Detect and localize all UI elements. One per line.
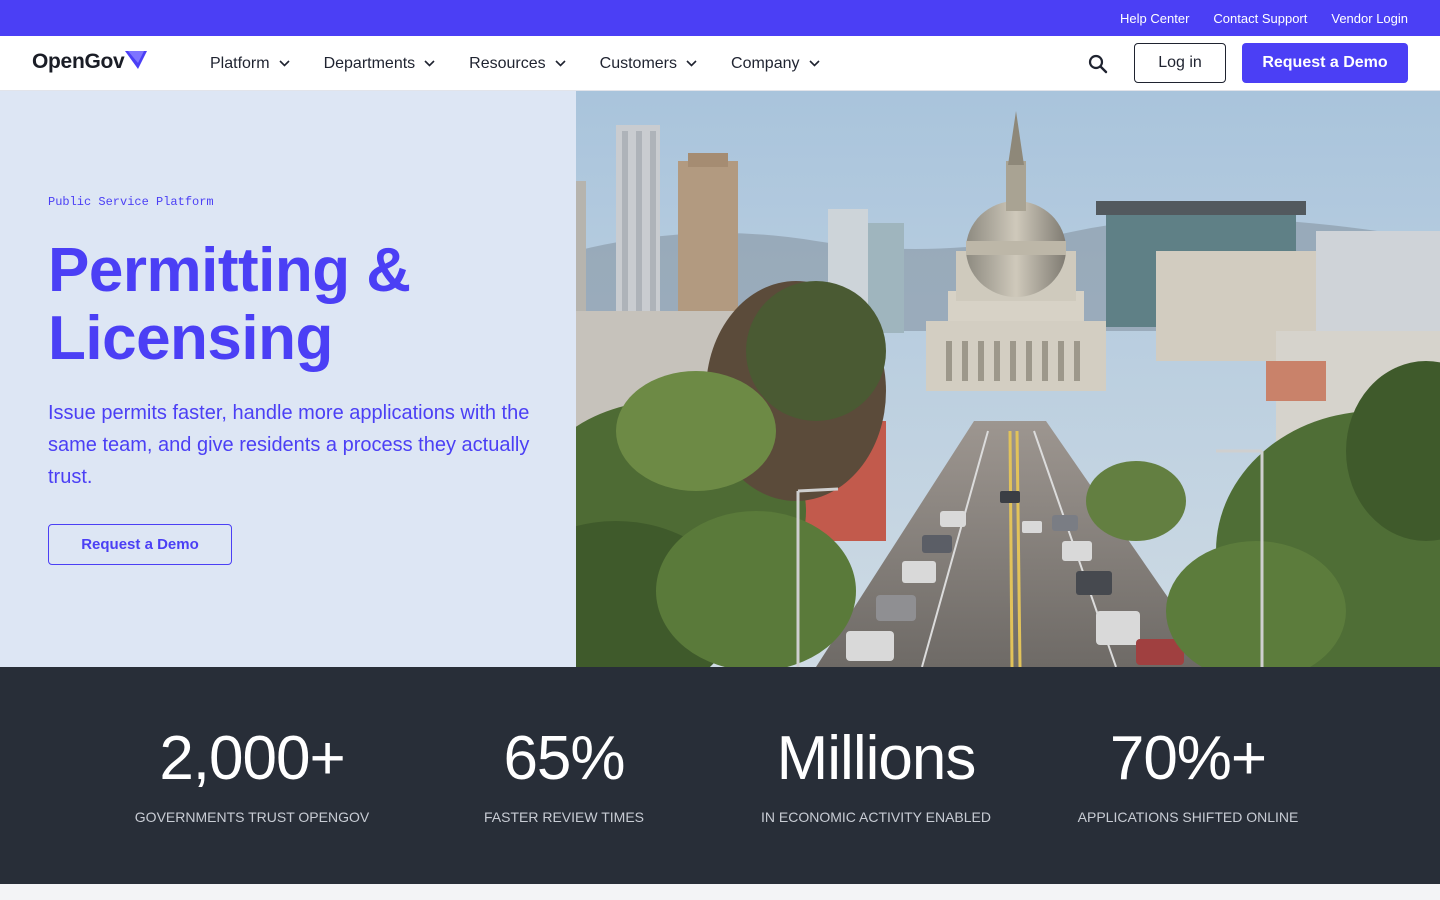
stat-value: 65%	[503, 724, 625, 793]
stat-item: Millions In economic activity enabled	[720, 723, 1032, 825]
stat-value: 70%+	[1109, 724, 1267, 793]
search-button[interactable]	[1086, 52, 1110, 76]
hero-city-image	[576, 91, 1440, 667]
stat-item: 65% Faster review times	[408, 723, 720, 825]
nav-item-label: Departments	[323, 54, 416, 72]
contact-support-link[interactable]: Contact Support	[1213, 11, 1307, 26]
hero-request-demo-button[interactable]: Request a Demo	[48, 524, 232, 565]
nav-item-label: Customers	[599, 54, 678, 72]
stat-value: Millions	[776, 724, 977, 793]
nav-item-platform[interactable]: Platform	[210, 55, 290, 73]
stat-label: Governments trust OpenGov	[134, 809, 370, 825]
stat-label: In economic activity enabled	[760, 809, 991, 825]
utility-bar: Help Center Contact Support Vendor Login	[0, 0, 1440, 36]
logo-text: OpenGov	[32, 50, 125, 73]
chevron-down-icon	[808, 60, 820, 67]
stat-label: Faster review times	[484, 809, 644, 825]
nav-item-customers[interactable]: Customers	[600, 55, 697, 73]
chevron-down-icon	[686, 60, 697, 67]
chevron-down-icon	[424, 60, 435, 67]
stat-item: 70%+ Applications shifted online	[1032, 723, 1344, 825]
main-nav: OpenGov Platform Departments Resources C…	[0, 36, 1440, 91]
logo-mark-icon	[125, 51, 148, 69]
next-section-edge	[0, 884, 1440, 900]
help-center-link[interactable]: Help Center	[1120, 11, 1189, 26]
nav-item-label: Platform	[210, 54, 270, 72]
stat-value: 2,000+	[159, 724, 345, 793]
nav-item-resources[interactable]: Resources	[469, 54, 566, 73]
stat-item: 2,000+ Governments trust OpenGov	[96, 723, 408, 825]
hero-section: Public Service Platform Permitting & Lic…	[0, 91, 576, 667]
nav-item-label: Resources	[469, 54, 546, 72]
nav-item-departments[interactable]: Departments	[324, 55, 436, 73]
hero-eyebrow: Public Service Platform	[48, 195, 214, 209]
nav-item-company[interactable]: Company	[731, 54, 820, 73]
hero-description: Issue permits faster, handle more applic…	[48, 402, 530, 488]
primary-nav: Platform Departments Resources Customers…	[210, 36, 854, 91]
nav-item-label: Company	[731, 54, 800, 72]
search-icon	[1088, 54, 1108, 74]
chevron-down-icon	[279, 60, 290, 67]
stats-section: 2,000+ Governments trust OpenGov 65% Fas…	[0, 667, 1440, 884]
city-street-illustration	[576, 91, 1440, 667]
request-demo-button[interactable]: Request a Demo	[1242, 43, 1408, 83]
chevron-down-icon	[555, 60, 566, 67]
hero-title: Permitting & Licensing	[48, 236, 411, 373]
login-button[interactable]: Log in	[1134, 43, 1226, 83]
vendor-login-link[interactable]: Vendor Login	[1331, 11, 1408, 26]
stat-label: Applications shifted online	[1077, 809, 1299, 825]
opengov-logo[interactable]: OpenGov	[32, 50, 148, 74]
